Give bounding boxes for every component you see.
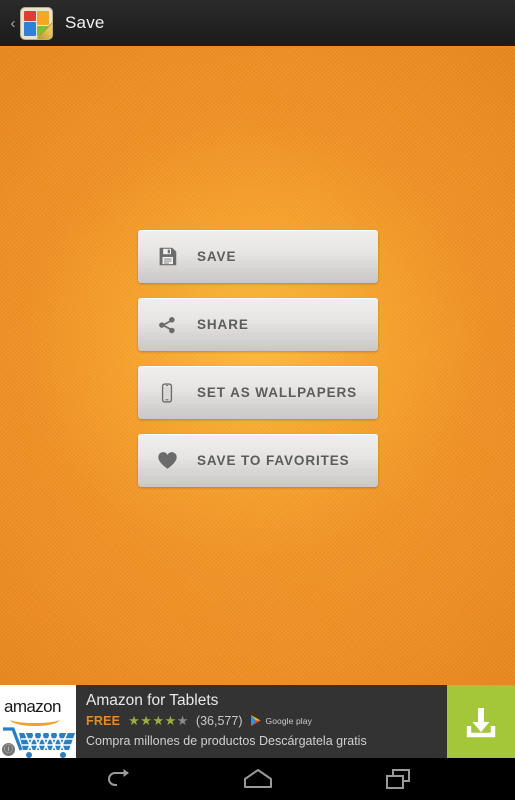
heart-icon [155, 449, 179, 473]
stars-filled: ★★★★ [128, 713, 177, 728]
google-play-badge: Google play [250, 714, 312, 727]
ad-price-label: FREE [86, 713, 121, 728]
ad-thumbnail: amazon ⓘ [0, 685, 76, 758]
android-screen: ‹ Save SAVE SHARE SET AS WALLPAPERS SAVE… [0, 0, 515, 800]
floppy-disk-save-icon [155, 245, 179, 269]
save-to-favorites-button-label: SAVE TO FAVORITES [197, 453, 350, 468]
share-button[interactable]: SHARE [138, 298, 378, 351]
icon-tile-blue [24, 21, 36, 36]
share-nodes-icon [155, 313, 179, 337]
set-as-wallpapers-button-label: SET AS WALLPAPERS [197, 385, 358, 400]
ad-install-button[interactable] [447, 685, 515, 758]
set-as-wallpapers-button[interactable]: SET AS WALLPAPERS [138, 366, 378, 419]
save-button[interactable]: SAVE [138, 230, 378, 283]
share-button-label: SHARE [197, 317, 249, 332]
ad-body: Amazon for Tablets FREE ★★★★★ (36,577) G… [76, 685, 447, 758]
recent-apps-icon [385, 769, 410, 789]
download-icon [466, 707, 496, 737]
back-icon [107, 769, 129, 786]
up-navigation-icon[interactable]: ‹ [6, 0, 20, 47]
google-play-label: Google play [265, 715, 312, 726]
page-title: Save [65, 13, 105, 32]
ad-meta-row: FREE ★★★★★ (36,577) Google play [86, 711, 447, 730]
icon-tile-red [24, 10, 36, 21]
home-icon [243, 769, 272, 788]
stars-empty: ★ [176, 713, 189, 728]
ad-rating-count: (36,577) [195, 713, 243, 728]
amazon-smile-icon [10, 712, 60, 726]
collage-app-icon[interactable] [21, 7, 52, 39]
smartphone-icon [155, 381, 179, 405]
save-button-label: SAVE [197, 249, 237, 264]
nav-home-button[interactable] [222, 758, 294, 800]
save-to-favorites-button[interactable]: SAVE TO FAVORITES [138, 434, 378, 487]
ad-banner[interactable]: amazon ⓘ Amazon for Tablets FREE ★★★★★ (… [0, 685, 515, 758]
action-bar: ‹ Save [0, 0, 515, 48]
android-navigation-bar [0, 758, 515, 800]
ad-title: Amazon for Tablets [86, 692, 219, 709]
nav-recents-button[interactable] [362, 758, 434, 800]
nav-back-button[interactable] [82, 758, 154, 800]
content-area: SAVE SHARE SET AS WALLPAPERS SAVE TO FAV… [0, 48, 515, 685]
icon-tile-yellow [37, 10, 49, 25]
ad-rating-stars: ★★★★★ [128, 714, 189, 727]
google-play-triangle-icon [251, 715, 261, 726]
ad-info-icon[interactable]: ⓘ [2, 743, 15, 756]
ad-subtitle: Compra millones de productos Descárgatel… [86, 734, 367, 748]
action-button-stack: SAVE SHARE SET AS WALLPAPERS SAVE TO FAV… [138, 230, 378, 502]
